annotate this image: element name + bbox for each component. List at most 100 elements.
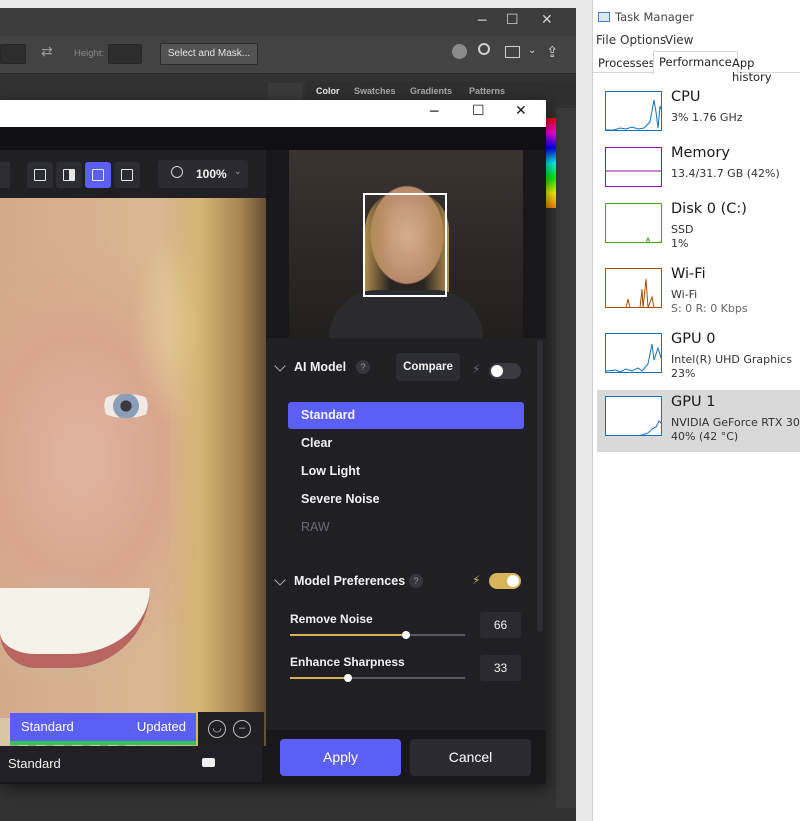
progress-bar (10, 741, 196, 745)
ps-close-button[interactable]: ✕ (541, 12, 553, 28)
gpu1-graph-line (638, 420, 661, 435)
cpu-graph-line (606, 99, 661, 130)
gpu0-graph-line (606, 343, 661, 372)
select-and-mask-button[interactable]: Select and Mask... (160, 43, 258, 65)
single-view-button[interactable] (27, 162, 53, 188)
perf-item-wifi[interactable]: Wi-Fi Wi-Fi S: 0 R: 0 Kbps (597, 262, 800, 324)
ai-model-title: AI Model (294, 360, 347, 374)
width-field[interactable] (0, 44, 26, 64)
bottom-model-label: Standard (8, 756, 61, 771)
model-option-low-light[interactable]: Low Light (288, 458, 524, 485)
model-option-raw: RAW (301, 520, 330, 534)
task-manager-icon (598, 12, 610, 22)
preview-eye (98, 394, 154, 418)
thumbnail-body (329, 290, 483, 338)
gpu0-model: Intel(R) UHD Graphics (671, 353, 792, 366)
apply-button[interactable]: Apply (280, 739, 401, 776)
tab-processes[interactable]: Processes (593, 53, 661, 73)
menu-options[interactable]: Options (620, 33, 666, 47)
ai-model-toggle[interactable] (489, 363, 521, 379)
cpu-label: CPU (671, 89, 701, 105)
compare-label-strip: Standard Updated (10, 713, 196, 741)
height-label: Height: (74, 48, 105, 59)
remove-noise-handle[interactable] (401, 631, 410, 639)
preferences-toggle[interactable] (489, 573, 521, 589)
toolbar-fragment (0, 162, 10, 188)
tab-patterns[interactable]: Patterns (469, 86, 505, 96)
perf-item-gpu1[interactable]: GPU 1 NVIDIA GeForce RTX 30 40% (42 °C) (597, 390, 800, 452)
workspace-icon[interactable] (505, 46, 520, 58)
tab-color[interactable]: Color (316, 86, 340, 96)
remove-noise-slider[interactable] (290, 631, 465, 639)
gpu1-model: NVIDIA GeForce RTX 30 (671, 416, 800, 429)
gpu0-label: GPU 0 (671, 331, 716, 347)
ps-maximize-button[interactable]: ☐ (506, 12, 519, 28)
remove-noise-value[interactable]: 66 (480, 612, 521, 638)
menu-view[interactable]: View (665, 33, 693, 47)
disk-graph (605, 203, 662, 243)
preview-smile (0, 588, 150, 668)
dialog-close-button[interactable]: ✕ (515, 103, 527, 119)
neutral-face-icon[interactable]: – (233, 720, 251, 738)
color-spectrum[interactable] (546, 118, 556, 208)
cancel-button[interactable]: Cancel (410, 739, 531, 776)
compare-button[interactable]: Compare (396, 353, 460, 381)
gpu1-usage: 40% (42 °C) (671, 430, 739, 443)
image-preview[interactable] (0, 198, 266, 746)
side-by-side-view-button[interactable] (85, 162, 111, 188)
tab-app-history[interactable]: App history (727, 53, 800, 84)
tab-swatches[interactable]: Swatches (354, 86, 396, 96)
face-detection-frame[interactable] (363, 193, 447, 297)
compare-model-label: Standard (21, 719, 74, 734)
ps-right-panel (556, 108, 576, 808)
dialog-header-band (0, 127, 546, 150)
perf-item-memory[interactable]: Memory 13.4/31.7 GB (42%) (597, 141, 800, 203)
preview-hair (170, 198, 266, 746)
cpu-graph (605, 91, 662, 131)
camera-icon[interactable] (202, 758, 215, 767)
ps-minimize-button[interactable]: ─ (478, 13, 486, 29)
model-preferences-title: Model Preferences (294, 574, 406, 588)
split-view-button[interactable] (56, 162, 82, 188)
remove-noise-fill (290, 634, 406, 636)
search-icon[interactable] (478, 43, 490, 55)
wifi-label: Wi-Fi (671, 266, 706, 282)
dialog-minimize-button[interactable]: ─ (430, 104, 438, 120)
side-panel-scrollbar[interactable] (537, 340, 543, 632)
perf-item-gpu0[interactable]: GPU 0 Intel(R) UHD Graphics 23% (597, 327, 800, 389)
model-option-severe-noise[interactable]: Severe Noise (288, 486, 524, 513)
model-option-clear[interactable]: Clear (288, 430, 524, 457)
enhance-sharpness-handle[interactable] (343, 674, 352, 682)
chevron-down-icon[interactable]: ⌄ (528, 45, 536, 56)
enhance-sharpness-value[interactable]: 33 (480, 655, 521, 681)
disk-label: Disk 0 (C:) (671, 201, 747, 217)
happy-face-icon[interactable]: ◡ (208, 720, 226, 738)
zoom-icon (171, 166, 183, 178)
perf-item-cpu[interactable]: CPU 3% 1.76 GHz (597, 85, 800, 147)
swap-icon[interactable]: ⇄ (41, 44, 53, 60)
zoom-value: 100% (196, 167, 227, 181)
user-icon[interactable] (452, 44, 467, 59)
bolt-icon: ⚡ (472, 362, 481, 376)
tab-performance[interactable]: Performance (653, 51, 738, 74)
compare-status-label: Updated (136, 719, 186, 734)
ai-model-help-icon[interactable]: ? (356, 360, 370, 374)
quad-view-button[interactable] (114, 162, 140, 188)
perf-item-disk[interactable]: Disk 0 (C:) SSD 1% (597, 197, 800, 259)
wifi-graph-line (625, 278, 655, 307)
enhance-sharpness-slider[interactable] (290, 674, 465, 682)
preferences-help-icon[interactable]: ? (409, 574, 423, 588)
disk-graph-line (645, 236, 661, 242)
menu-file[interactable]: File (596, 33, 616, 47)
photoshop-title-bar: ─ ☐ ✕ (0, 8, 576, 36)
disk-type: SSD (671, 223, 694, 236)
wifi-throughput: S: 0 R: 0 Kbps (671, 302, 748, 315)
share-icon[interactable]: ⇪ (546, 43, 559, 61)
model-option-standard[interactable]: Standard (288, 402, 524, 429)
enhance-sharpness-fill (290, 677, 348, 679)
tab-gradients[interactable]: Gradients (410, 86, 452, 96)
task-manager-window: Task Manager File Options View Processes… (592, 0, 800, 821)
height-field[interactable] (108, 44, 142, 64)
zoom-control[interactable]: 100% ⌄ (158, 160, 248, 188)
dialog-maximize-button[interactable]: ☐ (472, 103, 485, 119)
